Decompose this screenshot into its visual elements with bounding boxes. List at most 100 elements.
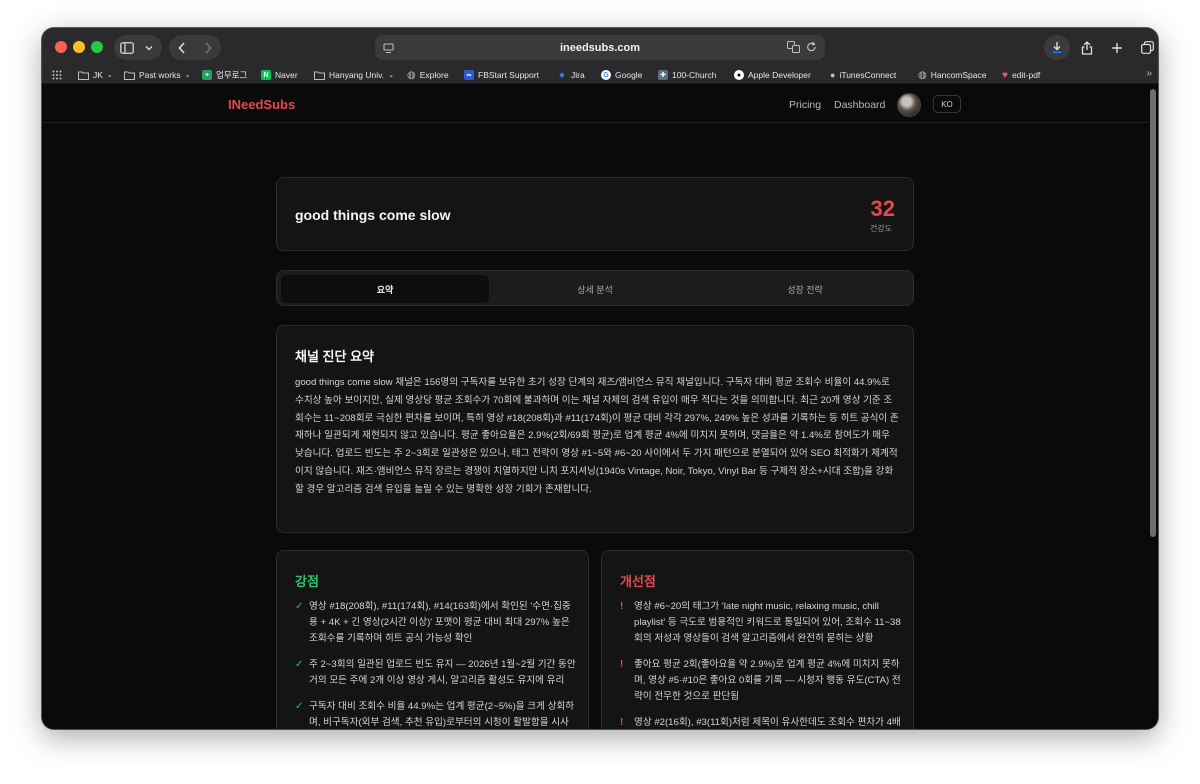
bookmark-hancomspace[interactable]: ◍ HancomSpace [918, 68, 987, 82]
close-window-button[interactable] [55, 41, 67, 53]
improvement-text: 영상 #6~20의 태그가 'late night music, relaxin… [634, 601, 901, 644]
avatar[interactable] [897, 93, 921, 117]
naver-icon: N [261, 70, 271, 80]
tab-detailed-analysis[interactable]: 상세 분석 [491, 275, 699, 303]
bookmark-label: edit-pdf [1011, 70, 1041, 80]
list-item: ✓ 구독자 대비 조회수 비율 44.9%는 업계 평균(2~5%)을 크게 상… [295, 699, 577, 729]
tab-bar: 요약 상세 분석 성장 전략 [276, 270, 914, 306]
strengths-title: 강점 [295, 574, 319, 589]
share-icon[interactable] [1074, 35, 1100, 60]
bookmark-label: Explore [419, 70, 449, 80]
apps-grid-icon[interactable] [52, 68, 62, 82]
sidebar-toggle-group[interactable] [114, 35, 162, 60]
site-header: INeedSubs Pricing Dashboard KO [42, 85, 1148, 123]
bookmark-apple-developer[interactable]: ● Apple Developer [734, 68, 811, 82]
tab-summary[interactable]: 요약 [281, 275, 489, 303]
bookmark-label: Past works [139, 70, 181, 80]
channel-card: good things come slow 32 건강도 [276, 177, 914, 251]
apple-icon: ● [830, 70, 836, 80]
warning-icon: ! [620, 717, 624, 728]
bookmark-edit-pdf[interactable]: ♥ edit-pdf [1002, 68, 1040, 82]
chevron-down-icon[interactable] [140, 35, 158, 60]
bookmarks-bar: JK ⌄ Past works ⌄ + 업무로그 N Naver Hanyang… [42, 66, 1158, 84]
google-icon: G [601, 70, 611, 80]
summary-card: 채널 진단 요약 good things come slow 채널은 156명의… [276, 325, 914, 533]
tab-overview-icon[interactable] [1134, 35, 1158, 60]
check-icon: ✓ [295, 601, 304, 612]
warning-icon: ! [620, 601, 624, 612]
chevron-down-icon: ⌄ [388, 72, 394, 79]
strength-text: 영상 #18(208회), #11(174회), #14(163회)에서 확인된… [309, 601, 571, 644]
back-icon[interactable] [169, 35, 195, 60]
list-item: ! 영상 #6~20의 태그가 'late night music, relax… [620, 599, 902, 647]
downloads-icon[interactable] [1044, 35, 1070, 60]
address-bar[interactable]: ineedsubs.com [375, 35, 825, 60]
site-logo[interactable]: INeedSubs [228, 97, 295, 112]
browser-toolbar: ineedsubs.com [42, 28, 1158, 66]
heart-icon: ♥ [1002, 69, 1008, 81]
summary-title: 채널 진단 요약 [295, 349, 374, 364]
bookmark-label: JK [93, 70, 103, 80]
meta-icon: ∞ [464, 70, 474, 80]
page-scrollbar[interactable] [1148, 85, 1158, 729]
improvements-card: 개선점 ! 영상 #6~20의 태그가 'late night music, r… [601, 550, 914, 729]
folder-icon [124, 71, 135, 80]
check-icon: ✓ [295, 659, 304, 670]
bookmark-explore[interactable]: ◍ Explore [407, 68, 449, 82]
apple-developer-icon: ● [734, 70, 744, 80]
strengths-card: 강점 ✓ 영상 #18(208회), #11(174회), #14(163회)에… [276, 550, 589, 729]
more-bookmarks-icon[interactable]: » [1146, 68, 1152, 79]
bookmark-jira[interactable]: ◆ Jira [557, 68, 585, 82]
improvement-text: 영상 #2(16회), #3(11회)처럼 제목이 유사한데도 조회수 편차가 … [634, 717, 901, 728]
bookmark-hanyang[interactable]: Hanyang Univ. ⌄ [314, 68, 394, 82]
chevron-down-icon: ⌄ [106, 72, 113, 79]
bookmark-past-works[interactable]: Past works ⌄ [124, 68, 190, 82]
sheets-icon: + [202, 70, 212, 80]
bookmark-jk[interactable]: JK ⌄ [78, 68, 113, 82]
language-button[interactable]: KO [933, 95, 961, 113]
bookmark-google[interactable]: G Google [601, 68, 642, 82]
bookmark-label: iTunesConnect [839, 70, 897, 80]
fullscreen-window-button[interactable] [91, 41, 103, 53]
bookmark-work-log[interactable]: + 업무로그 [202, 68, 247, 82]
nav-pricing-link[interactable]: Pricing [789, 99, 821, 111]
list-item: ✓ 주 2~3회의 일관된 업로드 빈도 유지 — 2026년 1월~2월 기간… [295, 657, 577, 689]
browser-window: ineedsubs.com JK ⌄ Past works ⌄ + 업무로그 N… [42, 28, 1158, 729]
bookmark-label: Hanyang Univ. [329, 70, 385, 80]
minimize-window-button[interactable] [73, 41, 85, 53]
bookmark-label: 100-Church [672, 70, 717, 80]
tab-growth-strategy[interactable]: 성장 전략 [701, 275, 909, 303]
bookmark-label: Google [615, 70, 643, 80]
history-nav-group [169, 35, 221, 60]
folder-icon [78, 71, 89, 80]
nav-dashboard-link[interactable]: Dashboard [834, 99, 885, 111]
bookmark-label: HancomSpace [930, 70, 987, 80]
bookmark-label: Jira [571, 70, 585, 80]
bookmark-itunesconnect[interactable]: ● iTunesConnect [830, 68, 896, 82]
url-text: ineedsubs.com [559, 41, 641, 54]
summary-body: good things come slow 채널은 156명의 구독자를 보유한… [295, 377, 899, 495]
check-icon: ✓ [295, 701, 304, 712]
bookmark-label: 업무로그 [216, 70, 248, 80]
sidebar-icon[interactable] [114, 35, 140, 60]
chevron-down-icon: ⌄ [184, 72, 191, 79]
folder-icon [314, 71, 325, 80]
bookmark-fbstart[interactable]: ∞ FBStart Support [464, 68, 539, 82]
improvements-title: 개선점 [620, 574, 656, 589]
bookmark-100-church[interactable]: ✚ 100-Church [658, 68, 716, 82]
strength-text: 주 2~3회의 일관된 업로드 빈도 유지 — 2026년 1월~2월 기간 동… [309, 659, 576, 686]
strength-text: 구독자 대비 조회수 비율 44.9%는 업계 평균(2~5%)을 크게 상회하… [309, 701, 575, 728]
jira-icon: ◆ [559, 72, 565, 79]
new-tab-icon[interactable] [1104, 35, 1130, 60]
reload-icon[interactable] [806, 40, 817, 58]
health-score-label: 건강도 [869, 224, 892, 233]
translate-icon[interactable] [787, 40, 800, 58]
globe-icon: ◍ [918, 69, 927, 81]
forward-icon[interactable] [195, 35, 221, 60]
scrollbar-thumb[interactable] [1150, 89, 1156, 537]
bookmark-label: FBStart Support [478, 70, 539, 80]
web-page: INeedSubs Pricing Dashboard KO good thin… [42, 85, 1158, 729]
church-icon: ✚ [658, 70, 668, 80]
page-settings-icon[interactable] [383, 41, 394, 59]
bookmark-naver[interactable]: N Naver [261, 68, 298, 82]
